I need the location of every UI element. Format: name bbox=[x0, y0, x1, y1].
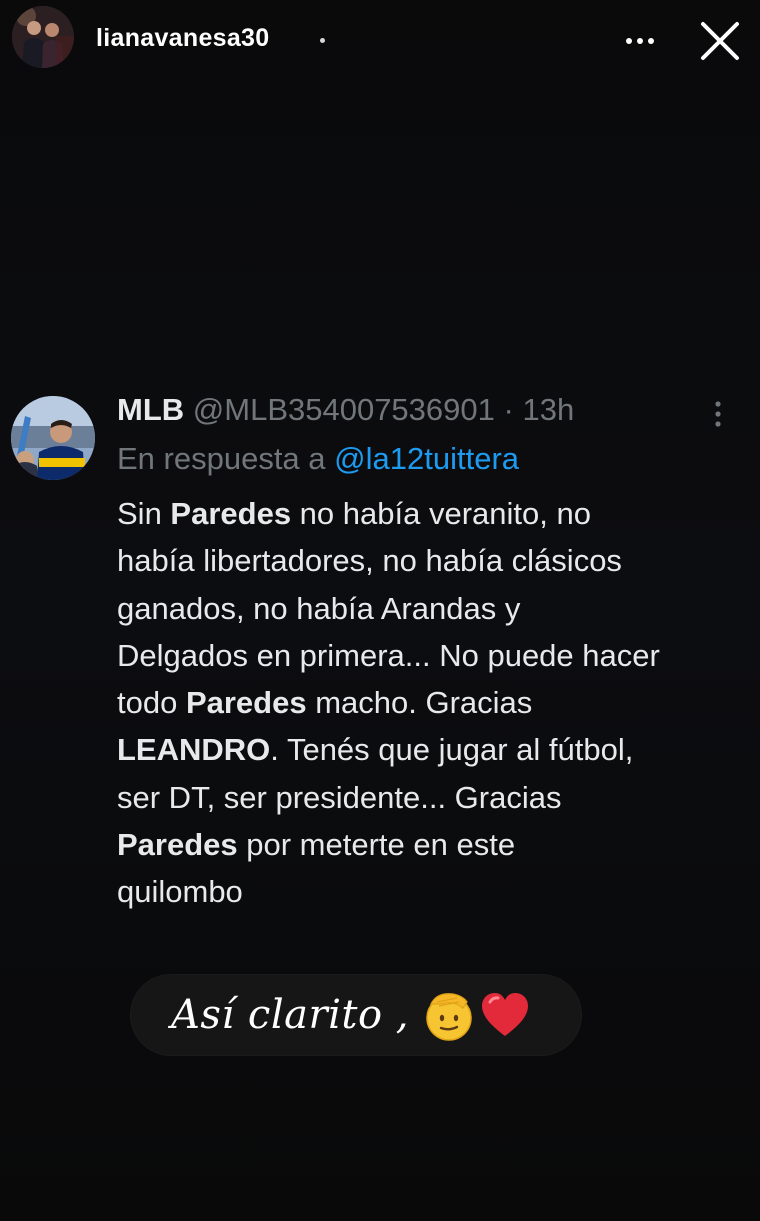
story-username[interactable]: lianavanesa30 bbox=[96, 24, 269, 53]
tweet-text-run: quilombo bbox=[117, 874, 243, 910]
tweet-text-run: todo bbox=[117, 685, 186, 721]
tweet-text-line: había libertadores, no había clásicos bbox=[117, 537, 747, 584]
tweet-separator: · bbox=[503, 392, 514, 427]
tweet-text-line: todo Paredes macho. Gracias bbox=[117, 679, 747, 726]
tweet-text-line: LEANDRO. Tenés que jugar al fútbol, bbox=[117, 726, 747, 773]
tweet-text-run: . Tenés que jugar al fútbol, bbox=[270, 732, 634, 768]
more-vertical-icon[interactable] bbox=[706, 396, 730, 432]
reply-prefix: En respuesta a bbox=[117, 441, 326, 476]
tweet-text-run: había libertadores, no había clásicos bbox=[117, 543, 622, 579]
tweet-display-name[interactable]: MLB bbox=[117, 392, 184, 427]
tweet-age[interactable]: 13h bbox=[522, 392, 574, 427]
tweet-text-bold: Paredes bbox=[117, 827, 238, 863]
story-caption: Así clarito , bbox=[131, 975, 581, 1055]
tweet-text-run: macho. Gracias bbox=[306, 685, 533, 721]
avatar-photo bbox=[12, 6, 74, 68]
story-author-avatar[interactable] bbox=[12, 6, 74, 68]
reply-mention-link[interactable]: @la12tuittera bbox=[334, 441, 519, 476]
tweet-text-line: Delgados en primera... No puede hacer bbox=[117, 632, 747, 679]
more-horizontal-icon[interactable] bbox=[620, 26, 660, 56]
story-header: lianavanesa30 bbox=[0, 0, 760, 84]
status-dot bbox=[320, 38, 325, 43]
tweet-text-bold: Paredes bbox=[185, 685, 307, 721]
red-heart-icon bbox=[482, 993, 528, 1036]
tweet-text-run: ganados, no había Arandas y bbox=[117, 590, 521, 626]
tweet-text-line: Paredes por meterte en este bbox=[117, 821, 747, 868]
tweet-text-line: quilombo bbox=[117, 868, 747, 915]
reply-context: En respuesta a @la12tuittera bbox=[117, 439, 519, 479]
tweet-author-avatar[interactable] bbox=[11, 396, 95, 480]
tweet-header: MLB @MLB354007536901 · 13h bbox=[117, 390, 574, 430]
tweet-text-run: Delgados en primera... No puede hacer bbox=[117, 637, 660, 673]
avatar-photo bbox=[11, 396, 95, 480]
story-viewer: lianavanesa30 MLB @MLB354007536901 · 13h… bbox=[0, 0, 760, 1221]
tweet-card: MLB @MLB354007536901 · 13h En respuesta … bbox=[0, 380, 760, 940]
close-icon[interactable] bbox=[692, 13, 748, 69]
tweet-text: Sin Paredes no había veranito, no había l… bbox=[117, 490, 747, 916]
tweet-text-run: Sin bbox=[117, 496, 171, 531]
tweet-text-line: ganados, no había Arandas y bbox=[117, 585, 747, 632]
saluting-face-icon bbox=[426, 993, 472, 1041]
tweet-text-bold: Paredes bbox=[170, 496, 292, 531]
tweet-text-line: ser DT, ser presidente... Gracias bbox=[117, 774, 747, 821]
tweet-handle[interactable]: @MLB354007536901 bbox=[193, 392, 495, 427]
caption-text: Así clarito , bbox=[171, 992, 409, 1038]
tweet-text-line: Sin Paredes no había veranito, no bbox=[117, 490, 747, 537]
tweet-text-run: ser DT, ser presidente... Gracias bbox=[117, 779, 562, 815]
tweet-text-run: no había veranito, no bbox=[291, 496, 591, 531]
tweet-text-bold: LEANDRO bbox=[117, 732, 271, 768]
tweet-text-run: por meterte en este bbox=[237, 827, 516, 863]
